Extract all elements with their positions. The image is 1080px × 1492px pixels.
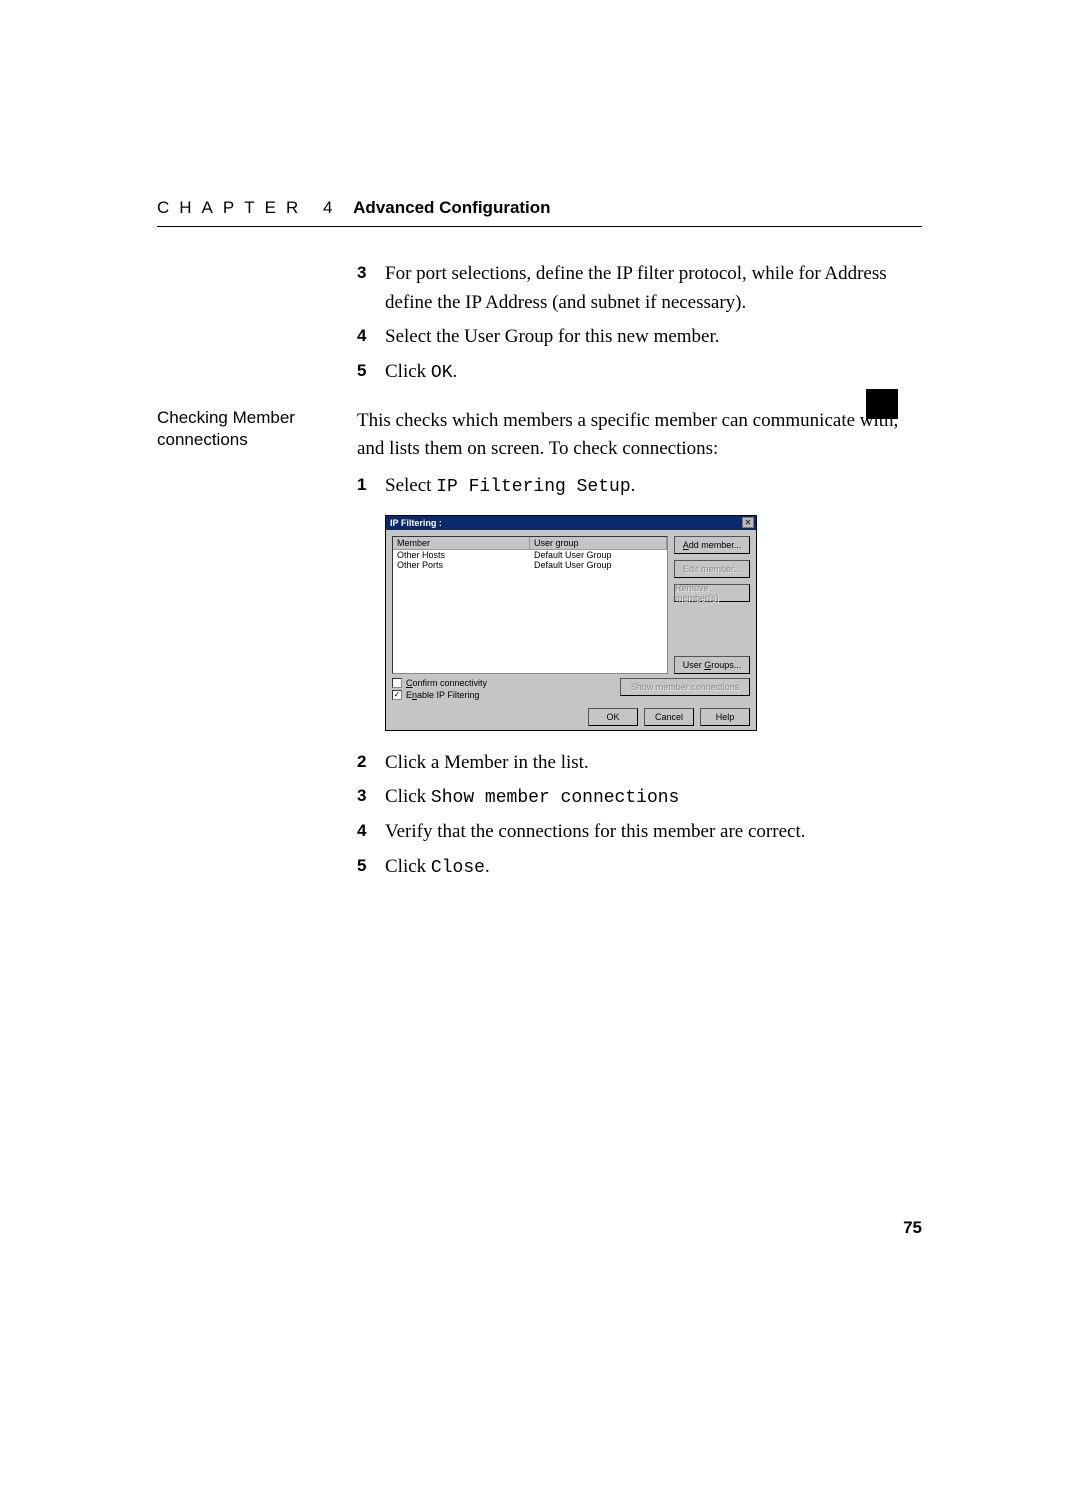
step-list-a: 3 For port selections, define the IP fil… <box>357 260 922 387</box>
step-text: Select IP Filtering Setup. <box>385 472 922 501</box>
step-number: 5 <box>357 853 385 882</box>
step-text: For port selections, define the IP filte… <box>385 260 922 317</box>
dialog-title: IP Filtering : <box>390 518 742 528</box>
ip-filtering-dialog-figure: IP Filtering : ✕ Member User group <box>385 515 757 731</box>
chapter-title: Advanced Configuration <box>353 198 550 217</box>
step-number: 3 <box>357 260 385 317</box>
step-text: Click OK. <box>385 358 922 387</box>
checkbox-icon: ✓ <box>392 690 402 700</box>
member-list[interactable]: Member User group Other Hosts Default Us… <box>392 536 668 674</box>
step-number: 4 <box>357 323 385 352</box>
table-row[interactable]: Other Hosts Default User Group <box>393 550 667 560</box>
step-text: Click Close. <box>385 853 922 882</box>
column-header-member: Member <box>393 537 530 549</box>
margin-heading: Checking Member connections <box>157 407 357 888</box>
column-header-user-group: User group <box>530 537 667 549</box>
step-number: 2 <box>357 749 385 778</box>
step-list-b-continued: 2 Click a Member in the list. 3 Click Sh… <box>357 749 922 882</box>
page-number: 75 <box>903 1218 922 1238</box>
step-list-b: 1 Select IP Filtering Setup. <box>357 472 922 501</box>
user-groups-button[interactable]: User Groups... <box>674 656 750 674</box>
running-header: CHAPTER 4 Advanced Configuration <box>157 198 922 227</box>
cancel-button[interactable]: Cancel <box>644 708 694 726</box>
step-text: Click Show member connections <box>385 783 922 812</box>
step-number: 1 <box>357 472 385 501</box>
step-text: Click a Member in the list. <box>385 749 922 778</box>
close-icon[interactable]: ✕ <box>742 517 754 528</box>
checkbox-icon <box>392 678 402 688</box>
add-member-button[interactable]: Add member... <box>674 536 750 554</box>
step-number: 3 <box>357 783 385 812</box>
enable-ip-filtering-checkbox[interactable]: ✓ Enable IP Filtering <box>392 690 589 700</box>
help-button[interactable]: Help <box>700 708 750 726</box>
remove-member-button: Remove member(s) <box>674 584 750 602</box>
ok-button[interactable]: OK <box>588 708 638 726</box>
edit-member-button: Edit member... <box>674 560 750 578</box>
dialog-titlebar: IP Filtering : ✕ <box>386 516 756 530</box>
step-text: Select the User Group for this new membe… <box>385 323 922 352</box>
show-member-connections-button: Show member connections <box>620 678 750 696</box>
confirm-connectivity-checkbox[interactable]: Confirm connectivity <box>392 678 589 688</box>
step-number: 4 <box>357 818 385 847</box>
step-text: Verify that the connections for this mem… <box>385 818 922 847</box>
step-number: 5 <box>357 358 385 387</box>
chapter-label: CHAPTER 4 <box>157 198 342 217</box>
intro-paragraph: This checks which members a specific mem… <box>357 407 922 464</box>
table-row[interactable]: Other Ports Default User Group <box>393 560 667 570</box>
